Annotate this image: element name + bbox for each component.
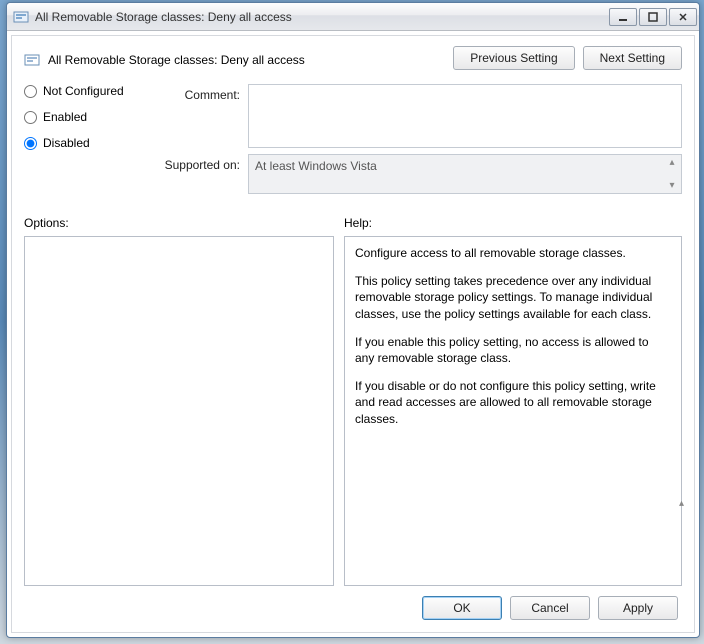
nav-buttons: Previous Setting Next Setting [453, 46, 682, 70]
radio-not-configured-label: Not Configured [43, 84, 124, 98]
header-row: All Removable Storage classes: Deny all … [24, 46, 682, 70]
help-p3: If you enable this policy setting, no ac… [355, 334, 671, 366]
help-p4: If you disable or do not configure this … [355, 378, 671, 427]
minimize-button[interactable] [609, 8, 637, 26]
comment-label: Comment: [150, 84, 240, 102]
next-setting-button[interactable]: Next Setting [583, 46, 682, 70]
help-p1: Configure access to all removable storag… [355, 245, 671, 261]
policy-heading: All Removable Storage classes: Deny all … [24, 46, 453, 68]
state-radios: Not Configured Enabled Disabled [24, 84, 134, 194]
comment-textarea[interactable] [248, 84, 682, 148]
apply-button[interactable]: Apply [598, 596, 678, 620]
radio-disabled-label: Disabled [43, 136, 90, 150]
config-row: Not Configured Enabled Disabled Comment: [24, 84, 682, 194]
radio-enabled[interactable]: Enabled [24, 110, 134, 124]
help-panel[interactable]: Configure access to all removable storag… [344, 236, 682, 586]
scroll-down-icon[interactable]: ▾ [665, 180, 679, 191]
scroll-up-icon[interactable]: ▴ [665, 157, 679, 168]
radio-not-configured[interactable]: Not Configured [24, 84, 134, 98]
close-button[interactable] [669, 8, 697, 26]
titlebar[interactable]: All Removable Storage classes: Deny all … [7, 3, 699, 31]
supported-row: Supported on: At least Windows Vista ▴ ▾ [150, 154, 682, 194]
radio-disabled-input[interactable] [24, 137, 37, 150]
fields: Comment: Supported on: At least Windows … [150, 84, 682, 194]
maximize-button[interactable] [639, 8, 667, 26]
window-buttons [607, 8, 697, 26]
app-icon [13, 9, 29, 25]
comment-row: Comment: [150, 84, 682, 148]
supported-on-box: At least Windows Vista ▴ ▾ [248, 154, 682, 194]
supported-label: Supported on: [150, 154, 240, 172]
dialog-content: All Removable Storage classes: Deny all … [11, 35, 695, 633]
cancel-button[interactable]: Cancel [510, 596, 590, 620]
radio-not-configured-input[interactable] [24, 85, 37, 98]
supported-on-text: At least Windows Vista [255, 159, 377, 173]
ok-button[interactable]: OK [422, 596, 502, 620]
options-panel [24, 236, 334, 586]
policy-editor-window: All Removable Storage classes: Deny all … [6, 2, 700, 638]
radio-enabled-input[interactable] [24, 111, 37, 124]
radio-enabled-label: Enabled [43, 110, 87, 124]
dialog-footer: OK Cancel Apply [24, 586, 682, 622]
help-label: Help: [344, 216, 372, 230]
previous-setting-button[interactable]: Previous Setting [453, 46, 574, 70]
policy-icon [24, 52, 40, 68]
options-label: Options: [24, 216, 344, 230]
radio-disabled[interactable]: Disabled [24, 136, 134, 150]
policy-title: All Removable Storage classes: Deny all … [48, 53, 305, 67]
help-scroll-up-icon[interactable]: ▴ [679, 498, 684, 509]
help-p2: This policy setting takes precedence ove… [355, 273, 671, 322]
window-title: All Removable Storage classes: Deny all … [35, 10, 607, 24]
panels: Configure access to all removable storag… [24, 236, 682, 586]
section-labels: Options: Help: [24, 216, 682, 230]
